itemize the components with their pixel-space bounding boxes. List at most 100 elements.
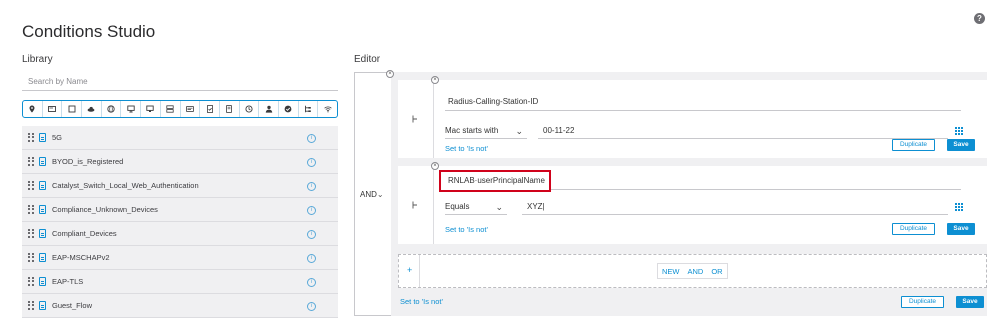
close-icon[interactable]: × — [431, 76, 439, 84]
list-item[interactable]: EAP-TLS i — [22, 270, 338, 294]
info-icon[interactable]: i — [307, 182, 316, 191]
search-input[interactable] — [22, 73, 338, 91]
save-button[interactable]: Save — [947, 139, 975, 151]
operator-label: AND — [360, 190, 377, 199]
condition-block: × RNLAB·userPrincipalName Equals ⌄ XYZ| S… — [398, 162, 987, 244]
condition-block: × Radius-Calling-Station-ID Mac starts w… — [398, 76, 987, 158]
attribute-field-highlighted[interactable]: RNLAB·userPrincipalName — [439, 170, 551, 192]
list-item[interactable]: Compliance_Unknown_Devices i — [22, 198, 338, 222]
document-icon — [39, 229, 46, 238]
cloud-icon[interactable] — [82, 101, 102, 117]
new-button[interactable]: NEW — [658, 267, 684, 276]
id-card-icon[interactable] — [181, 101, 201, 117]
condition-side — [398, 80, 434, 158]
document-icon — [39, 301, 46, 310]
info-icon[interactable]: i — [307, 302, 316, 311]
grid-icon[interactable] — [955, 203, 963, 211]
list-item[interactable]: EAP-MSCHAPv2 i — [22, 246, 338, 270]
grid-icon[interactable] — [955, 127, 963, 135]
list-item-label: EAP-MSCHAPv2 — [52, 253, 110, 262]
document-icon — [39, 133, 46, 142]
chevron-down-icon: ⌄ — [515, 126, 523, 136]
question-icon[interactable]: ? — [974, 13, 985, 24]
info-icon[interactable]: i — [307, 230, 316, 239]
clock-icon[interactable] — [240, 101, 260, 117]
list-item-label: Guest_Flow — [52, 301, 93, 310]
globe-icon[interactable] — [102, 101, 122, 117]
tree-icon — [412, 115, 417, 123]
user-icon[interactable] — [259, 101, 279, 117]
document-icon — [39, 181, 46, 190]
list-item-label: Compliance_Unknown_Devices — [52, 205, 158, 214]
document-icon — [39, 157, 46, 166]
divider — [419, 255, 420, 287]
chevron-down-icon: ⌄ — [495, 202, 503, 212]
and-button[interactable]: AND — [684, 267, 708, 276]
monitor-card-icon[interactable] — [43, 101, 63, 117]
chevron-down-icon: ⌄ — [376, 190, 384, 199]
drag-handle-icon[interactable] — [28, 229, 34, 238]
drag-handle-icon[interactable] — [28, 133, 34, 142]
drag-handle-icon[interactable] — [28, 181, 34, 190]
document-icon — [39, 253, 46, 262]
drag-handle-icon[interactable] — [28, 277, 34, 286]
check-circle-icon[interactable] — [279, 101, 299, 117]
attribute-field[interactable]: Radius-Calling-Station-ID — [445, 93, 961, 111]
document-check-icon[interactable] — [200, 101, 220, 117]
close-icon[interactable]: × — [431, 162, 439, 170]
drag-handle-icon[interactable] — [28, 253, 34, 262]
wifi-icon[interactable] — [318, 101, 337, 117]
close-icon[interactable]: × — [386, 70, 394, 78]
document-icon — [39, 205, 46, 214]
list-item[interactable]: Compliant_Devices i — [22, 222, 338, 246]
operator-select[interactable]: Mac starts with ⌄ — [445, 123, 527, 139]
or-button[interactable]: OR — [707, 267, 726, 276]
plus-icon[interactable]: + — [407, 265, 412, 275]
library-list: 5G i BYOD_is_Registered i Catalyst_Switch_… — [22, 126, 338, 321]
set-is-not-link[interactable]: Set to 'Is not' — [400, 297, 443, 306]
operator-select-value: Mac starts with — [445, 126, 499, 135]
operator-dropdown[interactable]: AND⌄ — [360, 190, 384, 199]
info-icon[interactable]: i — [307, 278, 316, 287]
page-title: Conditions Studio — [22, 22, 156, 41]
monitor-icon[interactable] — [141, 101, 161, 117]
info-icon[interactable]: i — [307, 158, 316, 167]
operator-select[interactable]: Equals ⌄ — [445, 199, 507, 215]
list-item-label: Compliant_Devices — [52, 229, 117, 238]
building-icon[interactable] — [220, 101, 240, 117]
location-icon[interactable] — [23, 101, 43, 117]
list-item-label: BYOD_is_Registered — [52, 157, 124, 166]
drag-handle-icon[interactable] — [28, 157, 34, 166]
drag-handle-icon[interactable] — [28, 205, 34, 214]
set-is-not-link[interactable]: Set to 'Is not' — [445, 225, 488, 234]
save-button[interactable]: Save — [947, 223, 975, 235]
tree-icon[interactable] — [299, 101, 319, 117]
square-icon[interactable] — [62, 101, 83, 117]
set-is-not-link[interactable]: Set to 'Is not' — [445, 144, 488, 153]
desktop-icon[interactable] — [121, 101, 142, 117]
list-item[interactable]: 5G i — [22, 126, 338, 150]
info-icon[interactable]: i — [307, 254, 316, 263]
attribute-underline — [551, 189, 961, 190]
save-button[interactable]: Save — [956, 296, 984, 308]
info-icon[interactable]: i — [307, 134, 316, 143]
list-item[interactable]: BYOD_is_Registered i — [22, 150, 338, 174]
condition-side — [398, 166, 434, 244]
info-icon[interactable]: i — [307, 206, 316, 215]
operator-select-value: Equals — [445, 202, 470, 211]
list-item[interactable]: Catalyst_Switch_Local_Web_Authentication… — [22, 174, 338, 198]
document-icon — [39, 277, 46, 286]
new-condition-area: + NEW AND OR — [398, 254, 987, 288]
duplicate-button[interactable]: Duplicate — [901, 296, 944, 308]
value-input[interactable]: 00-11-22 — [538, 123, 948, 139]
value-input[interactable]: XYZ| — [522, 199, 948, 215]
editor-heading: Editor — [354, 54, 381, 65]
duplicate-button[interactable]: Duplicate — [892, 223, 935, 235]
switch-icon[interactable] — [161, 101, 181, 117]
tree-icon — [412, 201, 417, 209]
list-item[interactable]: Guest_Flow i — [22, 294, 338, 318]
drag-handle-icon[interactable] — [28, 301, 34, 310]
icon-filter-bar — [22, 100, 338, 118]
duplicate-button[interactable]: Duplicate — [892, 139, 935, 151]
list-item-label: EAP-TLS — [52, 277, 84, 286]
